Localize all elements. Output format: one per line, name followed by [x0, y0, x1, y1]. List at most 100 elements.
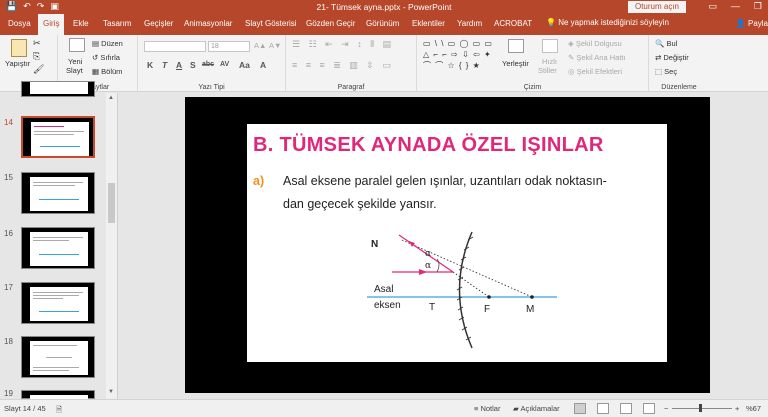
tab-transitions[interactable]: Geçişler	[144, 19, 173, 28]
select-button[interactable]: ⬚ Seç	[655, 67, 677, 76]
arrange-icon[interactable]	[508, 39, 524, 53]
status-bar: Slayt 14 / 45 🗎 ≡ Notlar ▰ Açıklamalar −…	[0, 399, 768, 417]
layout-button[interactable]: ▤ Düzen	[92, 39, 123, 48]
list-buttons-row[interactable]: ☰ ☷ ⇤ ⇥ ↕ ⫴ ▤	[292, 39, 394, 50]
tab-review[interactable]: Gözden Geçir	[306, 19, 355, 28]
align-buttons-row[interactable]: ≡ ≡ ≡ ≣ ▥ ⇳ ▭	[292, 60, 394, 71]
shapes-gallery[interactable]: ▭ \ \ ▭ ◯ ▭ ▭ △ ⌐ ⌐ ⇨ ⇩ ⇦ ✦ ⌒ ⌒ ☆ { } ★	[423, 38, 495, 72]
slide-thumbnail-13[interactable]	[21, 81, 95, 97]
shape-outline-button[interactable]: ✎ Şekil Ana Hattı	[568, 53, 626, 62]
zoom-level[interactable]: %67	[746, 404, 761, 413]
tab-slideshow[interactable]: Slayt Gösterisi	[245, 19, 297, 28]
reading-view-button[interactable]	[620, 403, 632, 414]
increase-font-icon[interactable]: A▲	[254, 41, 266, 50]
italic-icon[interactable]: T	[162, 60, 167, 70]
slide-thumbnail[interactable]	[21, 336, 95, 378]
reflected-arrow	[409, 241, 415, 247]
tab-help[interactable]: Yardım	[457, 19, 482, 28]
comments-button[interactable]: ▰ Açıklamalar	[513, 404, 560, 413]
restore-icon[interactable]: ❐	[754, 1, 762, 12]
font-name-combo[interactable]	[144, 41, 206, 52]
slide-thumbnail[interactable]	[21, 227, 95, 269]
slide-number: 19	[4, 389, 13, 398]
thumb-line	[40, 146, 80, 147]
person-icon: 👤	[735, 19, 748, 28]
paste-button[interactable]: Yapıştır	[5, 59, 30, 68]
find-label: Bul	[666, 39, 678, 48]
label-eksen: eksen	[374, 300, 401, 311]
shape-effects-button[interactable]: ◎ Şekil Efektleri	[568, 67, 622, 76]
underline-icon[interactable]: A	[176, 60, 182, 70]
slide-editing-canvas[interactable]: B. TÜMSEK AYNADA ÖZEL IŞINLAR a) Asal ek…	[119, 93, 768, 399]
thumbnail-scrollbar[interactable]: ▲ ▼	[106, 93, 117, 399]
thumb-line	[33, 370, 69, 371]
shape-fill-button[interactable]: ◈ Şekil Dolgusu	[568, 39, 622, 48]
slide-content[interactable]: B. TÜMSEK AYNADA ÖZEL IŞINLAR a) Asal ek…	[247, 124, 667, 362]
tab-addins[interactable]: Eklentiler	[412, 19, 445, 28]
cut-icon[interactable]: ✂	[33, 38, 41, 49]
section-button[interactable]: ▦ Bölüm	[92, 67, 122, 76]
zoom-out-icon[interactable]: −	[664, 404, 668, 413]
slide-thumbnail[interactable]	[21, 282, 95, 324]
thumb-line	[33, 185, 75, 186]
tab-home[interactable]: Giriş	[38, 14, 65, 35]
thumb-page	[30, 82, 88, 94]
body-text-line-1[interactable]: Asal eksene paralel gelen ışınlar, uzant…	[283, 174, 607, 188]
find-button[interactable]: 🔍 Bul	[655, 39, 677, 48]
scrollbar-thumb[interactable]	[108, 183, 115, 223]
new-slide-icon[interactable]	[69, 38, 85, 52]
tell-me-box[interactable]: 💡 Ne yapmak istediğinizi söyleyin	[546, 18, 669, 27]
slide-thumbnail[interactable]	[21, 172, 95, 214]
strikethrough-icon[interactable]: abc	[202, 61, 214, 68]
char-spacing-icon[interactable]: AV	[220, 61, 229, 68]
slide-thumbnail-pane[interactable]: 14 15 16 17 18 19 ▲ ▼	[0, 81, 118, 400]
quick-styles-label-2[interactable]: Stiller	[538, 66, 557, 75]
bold-icon[interactable]: K	[147, 60, 153, 70]
replace-button[interactable]: ⇄ Değiştir	[655, 53, 689, 62]
slide-frame[interactable]: B. TÜMSEK AYNADA ÖZEL IŞINLAR a) Asal ek…	[185, 97, 710, 393]
minimize-icon[interactable]: —	[731, 1, 740, 12]
copy-icon[interactable]: ⎘	[33, 51, 40, 62]
sign-in-button[interactable]: Oturum açın	[627, 1, 686, 13]
paint-bucket-icon: ◈	[568, 39, 576, 48]
slide-thumbnail[interactable]	[21, 390, 95, 400]
reset-button[interactable]: ↺ Sıfırla	[92, 53, 120, 62]
group-label-paragraph: Paragraf	[337, 84, 365, 91]
tab-design[interactable]: Tasarım	[103, 19, 131, 28]
share-button[interactable]: 👤 Payla	[736, 19, 768, 28]
new-slide-label-1[interactable]: Yeni	[68, 57, 82, 66]
new-slide-label-2[interactable]: Slayt	[66, 66, 83, 75]
normal-view-button[interactable]	[574, 403, 586, 414]
tab-acrobat[interactable]: ACROBAT	[494, 19, 532, 28]
decrease-font-icon[interactable]: A▼	[269, 41, 281, 50]
notes-button[interactable]: ≡ Notlar	[474, 404, 500, 413]
spellcheck-icon[interactable]: 🗎	[56, 404, 62, 417]
shadow-icon[interactable]: S	[190, 60, 196, 70]
scroll-down-icon[interactable]: ▼	[108, 389, 114, 395]
quick-styles-icon[interactable]	[542, 39, 558, 53]
tab-animations[interactable]: Animasyonlar	[184, 19, 232, 28]
zoom-in-icon[interactable]: +	[735, 404, 739, 413]
paste-icon[interactable]	[11, 39, 27, 57]
font-size-combo[interactable]: 18	[208, 41, 250, 52]
format-painter-icon[interactable]: 🖌	[33, 64, 44, 75]
slide-sorter-view-button[interactable]	[597, 403, 609, 414]
tell-me-text: Ne yapmak istediğinizi söyleyin	[558, 18, 669, 27]
body-text-line-2[interactable]: dan geçecek şekilde yansır.	[283, 197, 437, 211]
font-color-icon[interactable]: A	[260, 60, 266, 70]
change-case-icon[interactable]: Aa	[239, 60, 250, 70]
ribbon-display-icon[interactable]: ▭	[708, 1, 717, 12]
slide-thumbnail[interactable]	[21, 116, 95, 158]
tab-insert[interactable]: Ekle	[73, 19, 89, 28]
tab-file[interactable]: Dosya	[8, 19, 31, 28]
zoom-slider[interactable]	[672, 408, 732, 409]
share-label: Payla	[747, 19, 768, 28]
quick-styles-label-1[interactable]: Hızlı	[542, 57, 557, 66]
label-alpha-2: α	[425, 261, 431, 271]
slide-title[interactable]: B. TÜMSEK AYNADA ÖZEL IŞINLAR	[253, 134, 604, 157]
zoom-slider-handle[interactable]	[699, 404, 702, 412]
arrange-button[interactable]: Yerleştir	[502, 59, 529, 68]
slideshow-view-button[interactable]	[643, 403, 655, 414]
scroll-up-icon[interactable]: ▲	[108, 95, 114, 101]
tab-view[interactable]: Görünüm	[366, 19, 399, 28]
